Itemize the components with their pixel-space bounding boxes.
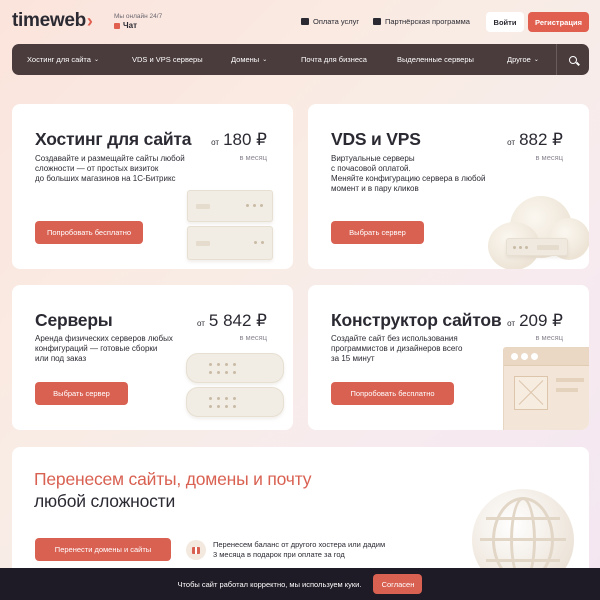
nav-item-label: Выделенные серверы [397,55,474,64]
card-price: от 209 ₽ [507,311,563,331]
card-price: от 180 ₽ [211,130,267,150]
chat-icon [114,22,120,29]
logo-chevron-icon: › [86,10,93,31]
price-period: в месяц [239,153,267,162]
try-free-button[interactable]: Попробовать бесплатно [331,382,454,405]
card-title: Хостинг для сайта [35,129,192,149]
register-button[interactable]: Регистрация [528,12,589,32]
try-free-button[interactable]: Попробовать бесплатно [35,221,143,244]
nav-item-label: Почта для бизнеса [301,55,367,64]
choose-server-button[interactable]: Выбрать сервер [331,221,424,244]
cookie-text: Чтобы сайт работал корректно, мы использ… [177,579,362,589]
transfer-headline: любой сложности [34,491,176,511]
wallet-icon [301,18,309,25]
logo-text: timeweb [12,10,86,31]
search-button[interactable] [557,44,589,75]
cookie-banner: Чтобы сайт работал корректно, мы использ… [0,568,600,600]
partner-program-label: Партнёрская программа [385,17,470,26]
price-from: от [507,138,516,147]
chat-label: Чат [123,21,137,30]
nav-item-label: Другое [507,55,531,64]
partners-icon [373,18,381,25]
card-title: Конструктор сайтов [331,310,502,330]
partner-program-link[interactable]: Партнёрская программа [373,17,470,26]
card-description: Создайте сайт без использования программ… [331,334,463,363]
price-from: от [507,319,516,328]
card-description: Аренда физических серверов любых конфигу… [35,334,173,363]
chevron-down-icon: ⌄ [533,57,539,63]
gift-icon [186,540,206,560]
payment-link[interactable]: Оплата услуг [301,17,359,26]
price-period: в месяц [535,153,563,162]
chevron-down-icon: ⌄ [262,57,268,63]
price-period: в месяц [535,333,563,342]
servers-card[interactable]: Серверы от 5 842 ₽ в месяц Аренда физиче… [12,285,293,430]
site-builder-illustration [503,347,589,430]
search-icon [569,55,577,64]
card-price: от 882 ₽ [507,130,563,150]
nav-item-domains[interactable]: Домены ⌄ [231,44,267,75]
nav-item-label: Хостинг для сайта [27,55,91,64]
price-period: в месяц [239,333,267,342]
card-price: от 5 842 ₽ [197,311,267,331]
login-button[interactable]: Войти [486,12,524,32]
transfer-button[interactable]: Перенести домены и сайты [35,538,171,561]
main-nav: Хостинг для сайта ⌄ VDS и VPS серверы Дом… [12,44,589,75]
bonus-text: Перенесем баланс от другого хостера или … [213,540,386,559]
dedicated-server-illustration [186,353,286,430]
price-value: 180 ₽ [223,130,267,149]
chat-link[interactable]: Чат [114,21,137,30]
card-description: Создавайте и размещайте сайты любой слож… [35,154,185,183]
nav-item-vds[interactable]: VDS и VPS серверы [132,44,203,75]
nav-item-label: Домены [231,55,260,64]
card-title: VDS и VPS [331,129,421,149]
card-description: Виртуальные серверы с почасовой оплатой.… [331,154,486,193]
price-from: от [211,138,220,147]
vds-card[interactable]: VDS и VPS от 882 ₽ в месяц Виртуальные с… [308,104,589,269]
online-status: Мы онлайн 24/7 [114,13,163,20]
chevron-down-icon: ⌄ [93,57,99,63]
nav-item-hosting[interactable]: Хостинг для сайта ⌄ [27,44,99,75]
choose-server-button[interactable]: Выбрать сервер [35,382,128,405]
price-value: 209 ₽ [519,311,563,330]
nav-item-dedicated[interactable]: Выделенные серверы [397,44,474,75]
cookie-accept-button[interactable]: Согласен [373,574,423,594]
nav-item-label: VDS и VPS серверы [132,55,203,64]
transfer-headline-accent: Перенесем сайты, домены и почту [34,469,312,489]
nav-item-other[interactable]: Другое ⌄ [507,44,539,75]
hosting-card[interactable]: Хостинг для сайта от 180 ₽ в месяц Созда… [12,104,293,269]
cloud-server-illustration [480,196,589,269]
builder-card[interactable]: Конструктор сайтов от 209 ₽ в месяц Созд… [308,285,589,430]
nav-item-mail[interactable]: Почта для бизнеса [301,44,367,75]
card-title: Серверы [35,310,113,330]
payment-link-label: Оплата услуг [313,17,360,26]
logo[interactable]: timeweb › [12,10,93,32]
top-bar: timeweb › Мы онлайн 24/7 Чат Оплата услуг… [0,0,600,44]
price-from: от [196,319,205,328]
price-value: 5 842 ₽ [208,311,267,330]
server-rack-illustration [187,190,277,269]
price-value: 882 ₽ [519,130,563,149]
